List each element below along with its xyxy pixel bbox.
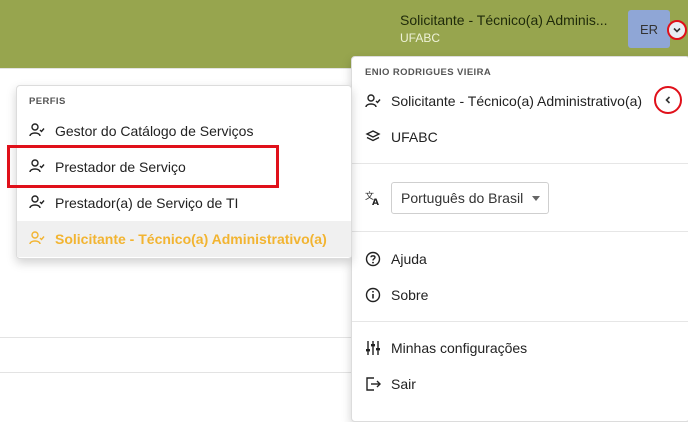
organization-item[interactable]: UFABC	[365, 129, 438, 145]
logout-label: Sair	[391, 376, 416, 392]
current-profile-label: Solicitante - Técnico(a) Administrativo(…	[391, 93, 643, 109]
question-circle-icon	[365, 251, 381, 267]
svg-text:A: A	[372, 198, 379, 206]
profile-item-label: Gestor do Catálogo de Serviços	[55, 123, 254, 139]
profile-item-active[interactable]: Solicitante - Técnico(a) Administrativo(…	[17, 221, 351, 257]
layers-icon	[365, 129, 381, 145]
user-check-icon	[29, 230, 45, 249]
user-check-icon	[29, 194, 45, 213]
profiles-submenu-toggle-button[interactable]	[654, 86, 682, 114]
translate-icon: 文A	[365, 190, 381, 206]
help-label: Ajuda	[391, 251, 427, 267]
settings-label: Minhas configurações	[391, 340, 528, 356]
user-info[interactable]: Solicitante - Técnico(a) Adminis... UFAB…	[400, 12, 608, 45]
profile-item[interactable]: Prestador(a) de Serviço de TI	[17, 185, 351, 221]
header-org-label: UFABC	[400, 31, 441, 45]
profile-item-label: Prestador(a) de Serviço de TI	[55, 195, 239, 211]
menu-divider	[352, 163, 688, 164]
menu-divider	[352, 321, 688, 322]
page-divider	[0, 68, 351, 69]
about-item[interactable]: Sobre	[365, 287, 428, 303]
header-role-label: Solicitante - Técnico(a) Adminis...	[400, 12, 608, 28]
profile-item[interactable]: Gestor do Catálogo de Serviços	[17, 113, 351, 149]
help-item[interactable]: Ajuda	[365, 251, 427, 267]
language-row: 文A Português do Brasil	[365, 182, 549, 214]
user-menu-toggle-button[interactable]	[667, 20, 687, 40]
profile-item-label: Solicitante - Técnico(a) Administrativo(…	[55, 231, 327, 247]
user-check-icon	[29, 122, 45, 141]
user-name: ENIO RODRIGUES VIEIRA	[365, 67, 492, 78]
user-check-icon	[365, 93, 381, 109]
menu-divider	[352, 231, 688, 232]
page-divider	[0, 337, 351, 338]
profiles-header: PERFIS	[29, 96, 66, 107]
avatar-initials: ER	[639, 21, 659, 37]
chevron-down-icon	[673, 27, 681, 33]
sliders-icon	[365, 340, 381, 356]
language-value: Português do Brasil	[401, 190, 524, 206]
caret-down-icon	[532, 196, 540, 201]
organization-label: UFABC	[391, 129, 438, 145]
chevron-left-icon	[665, 96, 671, 104]
language-select[interactable]: Português do Brasil	[391, 182, 549, 214]
logout-item[interactable]: Sair	[365, 376, 416, 392]
user-dropdown-menu: ENIO RODRIGUES VIEIRA Solicitante - Técn…	[351, 56, 688, 422]
about-label: Sobre	[391, 287, 429, 303]
settings-item[interactable]: Minhas configurações	[365, 340, 527, 356]
info-circle-icon	[365, 287, 381, 303]
page-divider	[0, 372, 351, 373]
avatar[interactable]: ER	[628, 10, 670, 48]
current-profile-item[interactable]: Solicitante - Técnico(a) Administrativo(…	[365, 93, 642, 109]
annotation-highlight-box	[7, 145, 279, 188]
logout-icon	[365, 376, 381, 392]
